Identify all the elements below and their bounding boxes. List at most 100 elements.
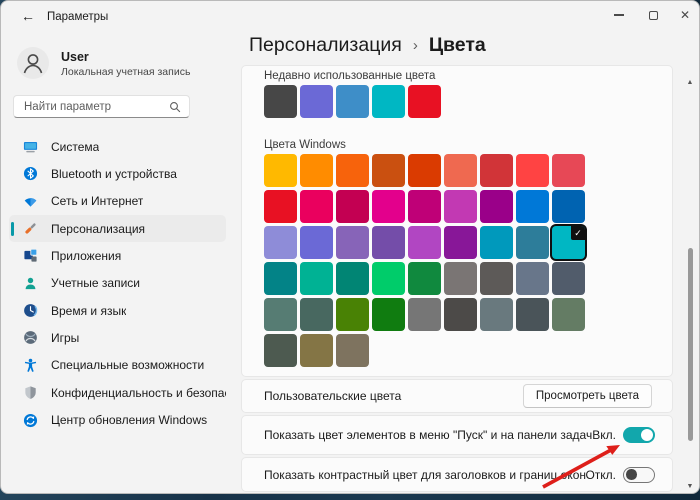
- recent-color-swatch[interactable]: [264, 85, 297, 118]
- maximize-button[interactable]: [637, 1, 669, 29]
- windows-color-swatch[interactable]: [552, 190, 585, 223]
- back-button[interactable]: ←: [21, 8, 35, 24]
- scrollbar-thumb[interactable]: [688, 248, 693, 441]
- accent-on-start-label: Показать цвет элементов в меню "Пуск" и …: [264, 428, 593, 442]
- title-bar-color-toggle[interactable]: [623, 466, 655, 483]
- windows-update-icon: [23, 412, 39, 428]
- windows-color-swatch[interactable]: [444, 226, 477, 259]
- system-icon: [23, 139, 39, 155]
- toggle-knob: [641, 429, 653, 441]
- windows-color-swatch[interactable]: [372, 262, 405, 295]
- recent-colors-label: Недавно использованные цвета: [264, 70, 436, 82]
- sidebar-item-gaming[interactable]: Игры: [9, 324, 226, 351]
- windows-color-swatch[interactable]: [336, 190, 369, 223]
- browse-colors-button[interactable]: Просмотреть цвета: [522, 384, 652, 408]
- recent-color-swatch[interactable]: [408, 85, 441, 118]
- recent-color-swatch[interactable]: [300, 85, 333, 118]
- windows-color-swatch[interactable]: [300, 190, 333, 223]
- sidebar-item-windows-update[interactable]: Центр обновления Windows: [9, 407, 226, 434]
- windows-color-swatch[interactable]: [336, 226, 369, 259]
- privacy-icon: [23, 385, 39, 401]
- windows-color-swatch[interactable]: [444, 190, 477, 223]
- sidebar-item-network[interactable]: Сеть и Интернет: [9, 188, 226, 215]
- sidebar-item-personalization[interactable]: Персонализация: [9, 215, 226, 243]
- windows-color-swatch[interactable]: [408, 190, 441, 223]
- windows-color-swatch-selected[interactable]: ✓: [552, 226, 585, 259]
- breadcrumb-personalization[interactable]: Персонализация: [249, 34, 402, 57]
- sidebar-item-privacy[interactable]: Конфиденциальность и безопас: [9, 379, 226, 406]
- windows-color-swatch[interactable]: [480, 262, 513, 295]
- user-subtitle: Локальная учетная запись: [61, 66, 191, 78]
- windows-color-swatch[interactable]: [372, 226, 405, 259]
- windows-color-swatch[interactable]: [444, 262, 477, 295]
- accent-on-start-toggle[interactable]: [623, 427, 655, 443]
- windows-color-swatch[interactable]: [444, 298, 477, 331]
- custom-colors-row: Пользовательские цвета Просмотреть цвета: [241, 379, 673, 413]
- desktop: ← Параметры ✕ User Локальная учетная зап…: [0, 0, 700, 500]
- windows-color-swatch[interactable]: [336, 154, 369, 187]
- sidebar-item-system[interactable]: Система: [9, 133, 226, 160]
- windows-color-swatch[interactable]: [552, 262, 585, 295]
- windows-color-swatch[interactable]: [516, 262, 549, 295]
- sidebar-item-bluetooth[interactable]: Bluetooth и устройства: [9, 160, 226, 187]
- windows-color-swatch[interactable]: [336, 298, 369, 331]
- windows-color-swatch[interactable]: [408, 226, 441, 259]
- search-input[interactable]: [22, 97, 162, 116]
- minimize-button[interactable]: [603, 1, 635, 29]
- windows-color-swatch[interactable]: [264, 334, 297, 367]
- windows-color-swatch[interactable]: [552, 154, 585, 187]
- sidebar-item-apps[interactable]: Приложения: [9, 242, 226, 269]
- app-title: Параметры: [47, 11, 109, 23]
- windows-color-swatch[interactable]: [516, 154, 549, 187]
- windows-color-swatch[interactable]: [264, 154, 297, 187]
- windows-color-swatch[interactable]: [480, 226, 513, 259]
- windows-color-swatch[interactable]: [408, 262, 441, 295]
- windows-color-swatch[interactable]: [372, 154, 405, 187]
- sidebar-item-label: Время и язык: [51, 303, 127, 318]
- windows-color-swatch[interactable]: [264, 226, 297, 259]
- accessibility-icon: [23, 357, 39, 373]
- windows-color-swatch[interactable]: [336, 262, 369, 295]
- windows-color-swatch[interactable]: [300, 334, 333, 367]
- windows-color-swatch[interactable]: [264, 190, 297, 223]
- time-language-icon: [23, 303, 39, 319]
- chevron-right-icon: ›: [412, 37, 418, 54]
- windows-color-swatch[interactable]: [300, 226, 333, 259]
- windows-color-swatch[interactable]: [516, 190, 549, 223]
- windows-color-swatch[interactable]: [264, 262, 297, 295]
- windows-color-swatch[interactable]: [300, 154, 333, 187]
- recent-color-swatch[interactable]: [336, 85, 369, 118]
- windows-color-swatch[interactable]: [516, 298, 549, 331]
- windows-color-swatch[interactable]: [372, 190, 405, 223]
- scrollbar-down-icon[interactable]: ▼: [684, 483, 696, 490]
- scrollbar-up-icon[interactable]: ▲: [684, 79, 696, 86]
- sidebar-item-label: Сеть и Интернет: [51, 194, 144, 209]
- close-button[interactable]: ✕: [669, 1, 699, 29]
- network-icon: [23, 193, 39, 209]
- accounts-icon: [23, 275, 39, 291]
- bluetooth-icon: [23, 166, 39, 182]
- recent-color-swatch[interactable]: [372, 85, 405, 118]
- windows-color-swatch[interactable]: [408, 298, 441, 331]
- windows-color-swatch[interactable]: [480, 154, 513, 187]
- sidebar-item-accounts[interactable]: Учетные записи: [9, 270, 226, 297]
- sidebar-item-time-language[interactable]: Время и язык: [9, 297, 226, 324]
- windows-color-swatch[interactable]: [300, 298, 333, 331]
- windows-color-swatch[interactable]: [300, 262, 333, 295]
- accent-on-start-state: Вкл.: [592, 428, 616, 442]
- windows-color-swatch[interactable]: [408, 154, 441, 187]
- sidebar-item-accessibility[interactable]: Специальные возможности: [9, 352, 226, 379]
- windows-color-swatch[interactable]: [336, 334, 369, 367]
- windows-color-swatch[interactable]: [444, 154, 477, 187]
- windows-color-swatch[interactable]: [480, 298, 513, 331]
- windows-color-swatch[interactable]: [480, 190, 513, 223]
- windows-color-swatch[interactable]: [264, 298, 297, 331]
- windows-color-swatch[interactable]: [552, 298, 585, 331]
- custom-colors-label: Пользовательские цвета: [264, 389, 402, 403]
- windows-color-swatch[interactable]: [372, 298, 405, 331]
- windows-color-swatch[interactable]: [516, 226, 549, 259]
- search-icon: [169, 101, 181, 113]
- avatar[interactable]: [17, 47, 49, 79]
- minimize-icon: [614, 14, 624, 16]
- maximize-icon: [648, 10, 658, 20]
